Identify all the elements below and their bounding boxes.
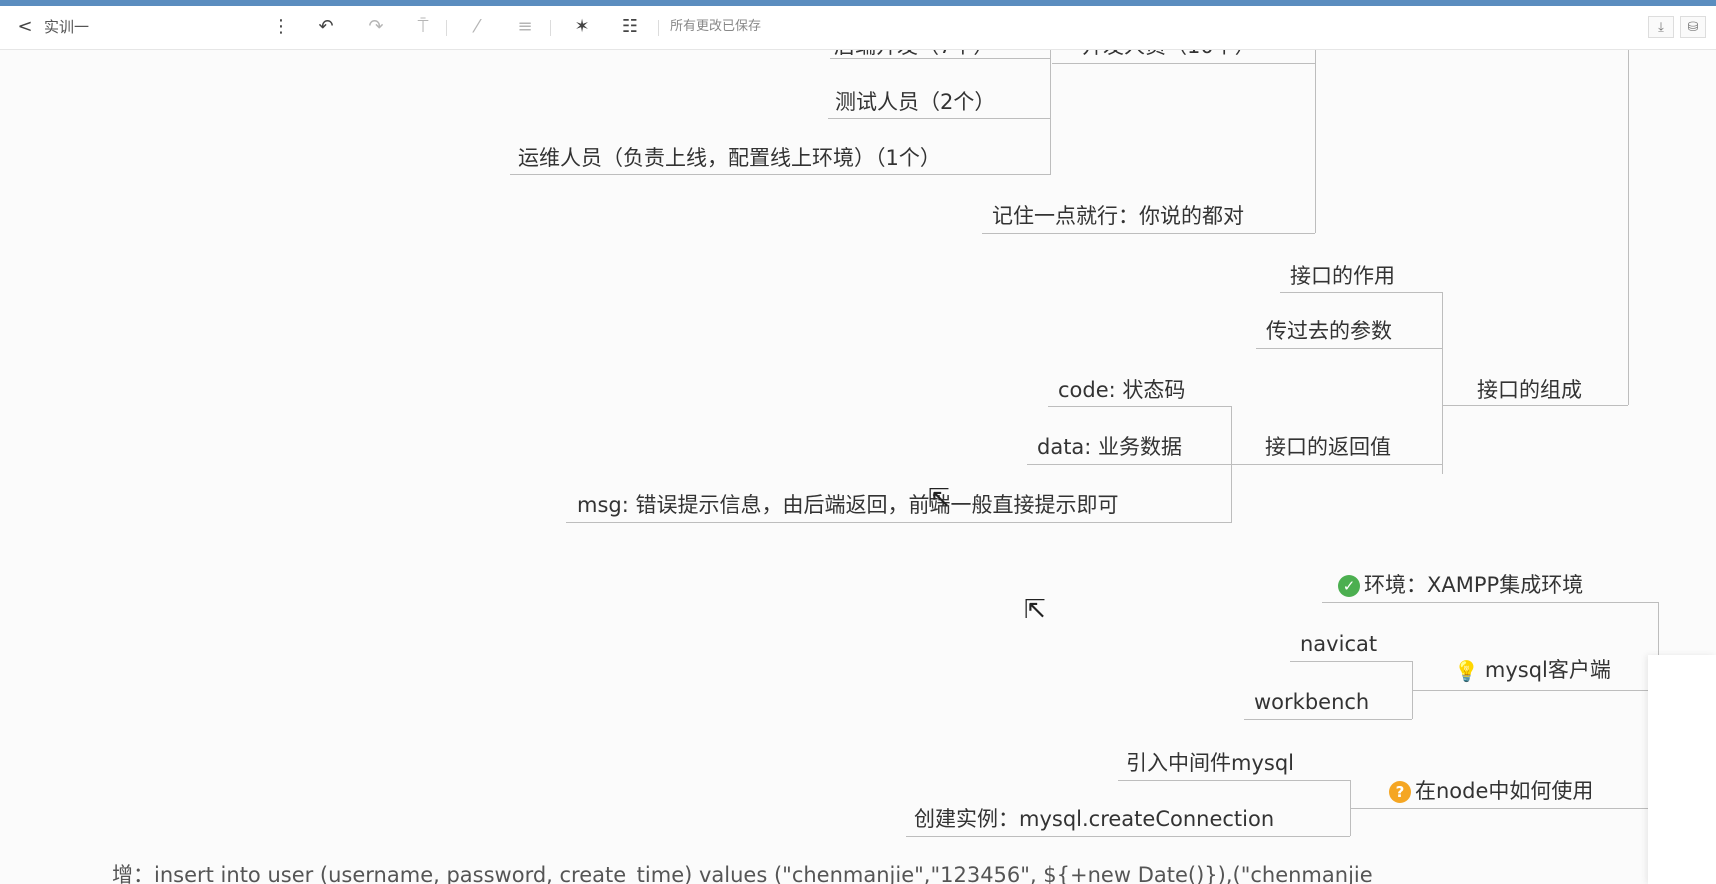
- node-insert-sql[interactable]: 增：insert into user (username, password, …: [112, 861, 1373, 884]
- node-api-code[interactable]: code: 状态码: [1058, 376, 1185, 404]
- branch-line: [1027, 464, 1232, 465]
- node-workbench[interactable]: workbench: [1254, 688, 1369, 716]
- toolbar: < 实训一 ⋮ ↶ ↷ ⍑ ⁄ ≡ ✶ ☷ 所有更改已保存 ⤓ ⛁: [0, 6, 1716, 50]
- node-import-mysql[interactable]: 引入中间件mysql: [1126, 749, 1294, 777]
- document-title[interactable]: 实训一: [44, 12, 89, 42]
- more-icon[interactable]: ⋮: [270, 12, 292, 42]
- branch-line: [1442, 405, 1628, 406]
- branch-line: [1244, 719, 1412, 720]
- node-node-usage[interactable]: ? 在node中如何使用: [1389, 777, 1593, 805]
- branch-line: [906, 836, 1350, 837]
- branch-line: [1256, 348, 1442, 349]
- check-icon: ✓: [1338, 575, 1360, 597]
- node-mysql-client[interactable]: 💡 mysql客户端: [1454, 656, 1611, 684]
- save-status: 所有更改已保存: [670, 19, 762, 34]
- node-api-params[interactable]: 传过去的参数: [1266, 317, 1392, 345]
- brush-icon[interactable]: ⁄: [466, 12, 488, 42]
- node-api-data[interactable]: data: 业务数据: [1037, 433, 1182, 461]
- redo-icon[interactable]: ↷: [365, 12, 387, 42]
- align-icon[interactable]: ≡: [514, 12, 536, 42]
- undo-icon[interactable]: ↶: [315, 12, 337, 42]
- branch-line: [1350, 808, 1658, 809]
- node-env-label: 环境：XAMPP集成环境: [1364, 573, 1584, 597]
- branch-line: [510, 174, 1051, 175]
- node-remember[interactable]: 记住一点就行：你说的都对: [992, 202, 1244, 230]
- branch-line: [1231, 464, 1442, 465]
- lightbulb-icon: 💡: [1454, 659, 1479, 683]
- node-navicat[interactable]: navicat: [1300, 630, 1377, 658]
- node-testers[interactable]: 测试人员（2个）: [835, 88, 995, 116]
- layout-icon[interactable]: ☷: [619, 12, 641, 42]
- node-env[interactable]: ✓ 环境：XAMPP集成环境: [1338, 571, 1583, 599]
- branch-connector: [1442, 292, 1443, 474]
- toolbar-divider: [658, 20, 659, 36]
- side-panel[interactable]: [1648, 655, 1716, 884]
- back-icon[interactable]: <: [14, 12, 36, 42]
- format-painter-icon[interactable]: ⍑: [412, 12, 434, 42]
- mouse-cursor-icon: ⇱: [1024, 595, 1046, 625]
- node-api-return[interactable]: 接口的返回值: [1265, 433, 1391, 461]
- branch-line: [982, 233, 1315, 234]
- branch-connector: [1628, 50, 1629, 405]
- branch-connector: [1315, 50, 1316, 233]
- mouse-cursor-icon: ⇱: [928, 484, 950, 514]
- branch-line: [828, 118, 1050, 119]
- mindmap-canvas[interactable]: 后端开发（7个） 开发人员（10个） 测试人员（2个） 运维人员（负责上线，配置…: [0, 50, 1716, 884]
- download-icon[interactable]: ⤓: [1648, 16, 1674, 38]
- branch-connector: [1050, 50, 1051, 175]
- node-create-instance[interactable]: 创建实例：mysql.createConnection: [914, 805, 1274, 833]
- question-icon: ?: [1389, 781, 1411, 803]
- node-node-usage-label: 在node中如何使用: [1415, 779, 1594, 803]
- toolbar-divider: [550, 20, 551, 36]
- node-mysql-client-label: mysql客户端: [1484, 658, 1611, 682]
- node-api-msg[interactable]: msg: 错误提示信息，由后端返回，前端一般直接提示即可: [577, 491, 1118, 519]
- branch-line: [1118, 780, 1350, 781]
- node-api-purpose[interactable]: 接口的作用: [1290, 262, 1395, 290]
- branch-line: [1052, 63, 1315, 64]
- branch-line: [1412, 690, 1658, 691]
- magic-wand-icon[interactable]: ✶: [571, 12, 593, 42]
- branch-line: [1280, 292, 1442, 293]
- branch-line: [830, 58, 1050, 59]
- branch-line: [566, 522, 1232, 523]
- node-api-composition[interactable]: 接口的组成: [1477, 376, 1582, 404]
- branch-line: [1322, 602, 1658, 603]
- share-icon[interactable]: ⛁: [1680, 16, 1706, 38]
- branch-line: [1048, 406, 1232, 407]
- node-developers[interactable]: 开发人员（10个）: [1082, 50, 1256, 60]
- branch-line: [1290, 661, 1412, 662]
- node-ops[interactable]: 运维人员（负责上线，配置线上环境）（1个）: [518, 144, 941, 172]
- toolbar-divider: [446, 20, 447, 36]
